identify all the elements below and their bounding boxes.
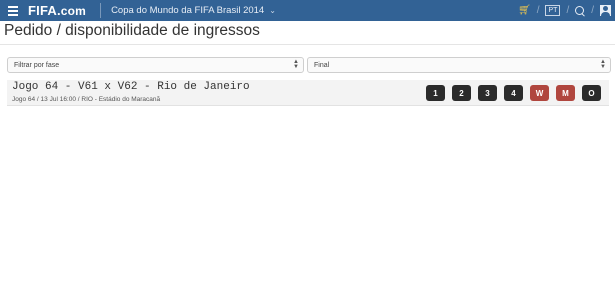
header-action-divider: / xyxy=(536,5,540,16)
menu-icon[interactable] xyxy=(4,0,22,21)
match-row[interactable]: Jogo 64 - V61 x V62 - Rio de Janeiro Jog… xyxy=(7,80,609,106)
phase-filter-value: Filtrar por fase xyxy=(14,61,60,69)
header-action-divider: / xyxy=(591,5,594,16)
top-navigation-bar: FIFA. com Copa do Mundo da FIFA Brasil 20… xyxy=(0,0,615,21)
category-2-button[interactable]: 2 xyxy=(452,85,471,101)
category-m-button[interactable]: M xyxy=(556,85,575,101)
stage-select[interactable]: Final ▲ ▼ xyxy=(307,57,611,73)
fifa-logo[interactable]: FIFA. com xyxy=(28,3,86,18)
title-divider xyxy=(0,44,615,45)
select-arrows-icon: ▲ ▼ xyxy=(600,59,606,70)
logo-com-text: com xyxy=(60,4,87,18)
page-title: Pedido / disponibilidade de ingressos xyxy=(4,22,260,39)
category-o-button[interactable]: O xyxy=(582,85,601,101)
category-4-button[interactable]: 4 xyxy=(504,85,523,101)
tournament-label: Copa do Mundo da FIFA Brasil 2014 xyxy=(111,5,265,16)
phase-filter-select[interactable]: Filtrar por fase ▲ ▼ xyxy=(7,57,304,73)
stage-select-value: Final xyxy=(314,61,330,69)
logo-fifa-text: FIFA xyxy=(28,3,57,18)
match-title: Jogo 64 - V61 x V62 - Rio de Janeiro xyxy=(12,81,250,93)
category-3-button[interactable]: 3 xyxy=(478,85,497,101)
chevron-down-icon: ⌄ xyxy=(269,6,276,15)
header-divider xyxy=(100,3,102,18)
cart-icon[interactable]: 🛒︎ xyxy=(512,5,537,16)
language-icon[interactable]: PT xyxy=(545,5,561,16)
category-w-button[interactable]: W xyxy=(530,85,549,101)
tournament-dropdown[interactable]: Copa do Mundo da FIFA Brasil 2014 ⌄ xyxy=(111,5,276,16)
match-details: Jogo 64 / 13 Jul 16:00 / RIO - Estádio d… xyxy=(12,96,161,103)
search-icon[interactable] xyxy=(575,5,585,16)
header-action-divider: / xyxy=(566,5,570,16)
category-1-button[interactable]: 1 xyxy=(426,85,445,101)
select-arrows-icon: ▲ ▼ xyxy=(293,59,299,70)
header-actions: 🛒︎ / PT / / xyxy=(512,0,611,21)
user-icon[interactable] xyxy=(600,5,611,16)
ticket-categories: 1 2 3 4 W M O xyxy=(426,85,601,101)
